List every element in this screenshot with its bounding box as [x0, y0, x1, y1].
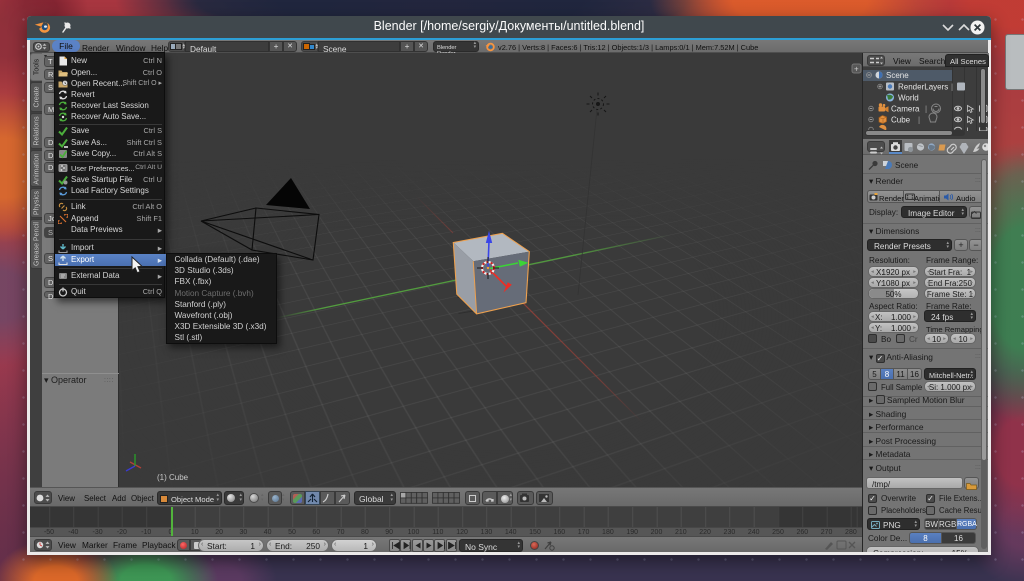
- svg-text:Cube: Cube: [891, 116, 911, 125]
- svg-text:Scene: Scene: [886, 71, 909, 80]
- svg-text:+: +: [854, 65, 859, 74]
- svg-text:Camera: Camera: [891, 105, 920, 114]
- svg-text:|: |: [951, 83, 953, 92]
- svg-text:RenderLayers: RenderLayers: [898, 83, 948, 92]
- svg-text:World: World: [898, 94, 919, 103]
- svg-text:|: |: [925, 105, 927, 114]
- svg-text:(1) Cube: (1) Cube: [157, 473, 189, 482]
- svg-text:|: |: [918, 116, 920, 125]
